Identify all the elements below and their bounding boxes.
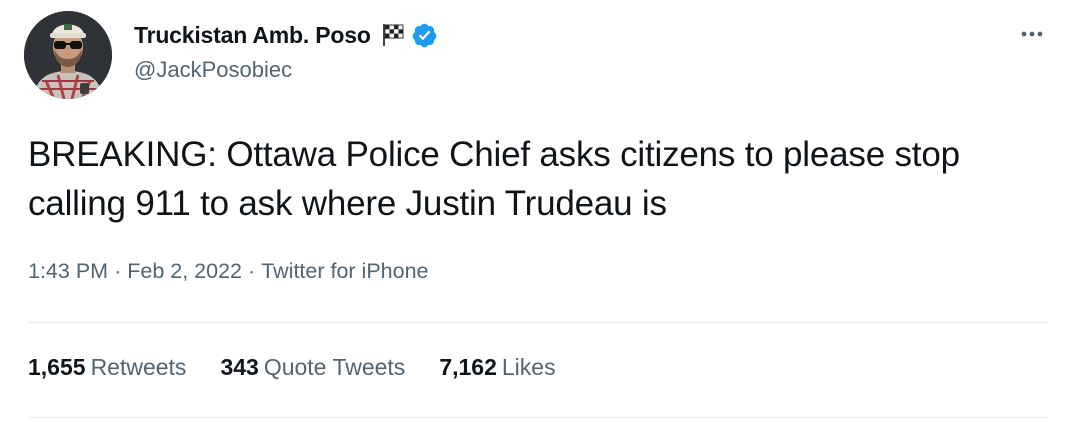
quote-tweets-stat[interactable]: 343 Quote Tweets (220, 354, 405, 381)
likes-stat[interactable]: 7,162 Likes (439, 354, 555, 381)
verified-badge-icon[interactable] (411, 22, 438, 49)
retweets-label: Retweets (90, 354, 187, 380)
author-name[interactable]: Truckistan Amb. Poso (134, 22, 371, 49)
quote-tweets-label: Quote Tweets (263, 354, 406, 380)
author-name-row[interactable]: Truckistan Amb. Poso (134, 18, 438, 52)
meta-separator: · (114, 259, 122, 283)
checkered-flag-icon (380, 22, 406, 48)
more-horizontal-icon (1021, 31, 1043, 37)
tweet-card: Truckistan Amb. Poso @JackPosobiec BREAK… (0, 0, 1080, 422)
avatar-photo (24, 11, 112, 99)
divider (28, 322, 1048, 323)
likes-count: 7,162 (439, 354, 497, 380)
tweet-stats: 1,655 Retweets 343 Quote Tweets 7,162 Likes (28, 354, 590, 381)
tweet-date[interactable]: Feb 2, 2022 (127, 259, 242, 283)
tweet-meta: 1:43 PM · Feb 2, 2022 · Twitter for iPhone (28, 259, 428, 284)
quote-tweets-count: 343 (220, 354, 259, 380)
tweet-source[interactable]: Twitter for iPhone (261, 259, 428, 283)
divider (28, 417, 1048, 418)
avatar[interactable] (24, 11, 112, 99)
tweet-text: BREAKING: Ottawa Police Chief asks citiz… (28, 135, 960, 223)
likes-label: Likes (501, 354, 556, 380)
retweets-stat[interactable]: 1,655 Retweets (28, 354, 186, 381)
tweet-time[interactable]: 1:43 PM (28, 259, 108, 283)
more-options-button[interactable] (1012, 22, 1052, 46)
author-handle[interactable]: @JackPosobiec (134, 57, 292, 83)
retweets-count: 1,655 (28, 354, 86, 380)
meta-separator: · (248, 259, 256, 283)
